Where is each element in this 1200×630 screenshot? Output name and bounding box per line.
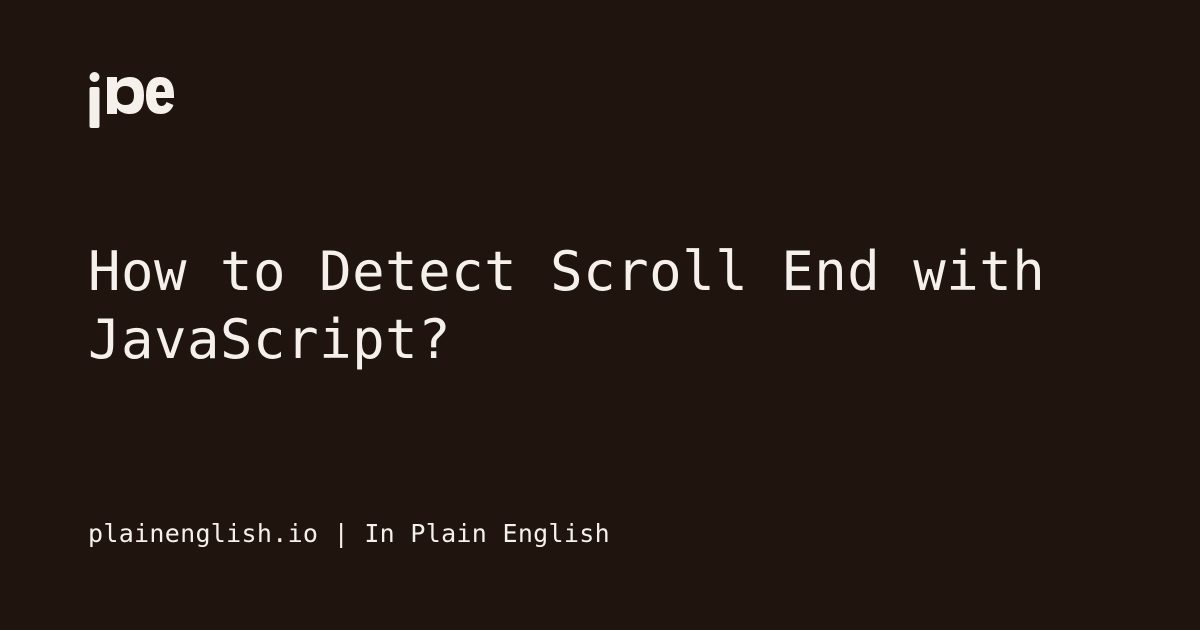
- footer-text: plainenglish.io | In Plain English: [88, 519, 610, 548]
- site-logo: [88, 72, 1112, 128]
- page-title: How to Detect Scroll End with JavaScript…: [88, 238, 1112, 373]
- ipe-logo-icon: [88, 72, 174, 128]
